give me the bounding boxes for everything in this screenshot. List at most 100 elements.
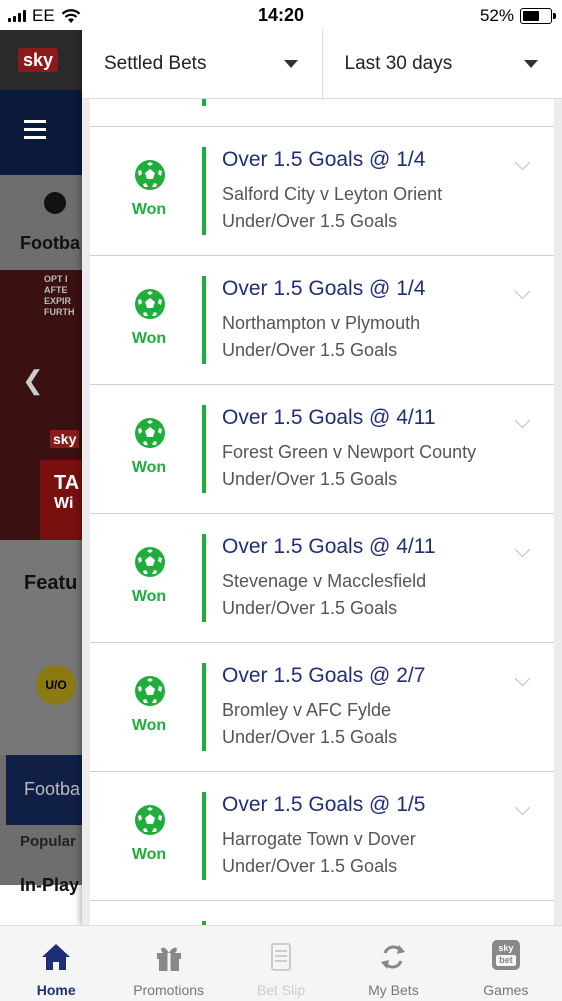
bet-market: Under/Over 1.5 Goals <box>222 727 397 748</box>
tab-my-bets-label: My Bets <box>337 982 449 998</box>
tab-home-label: Home <box>0 982 112 998</box>
bet-market: Under/Over 1.5 Goals <box>222 856 397 877</box>
bet-selection: Over 1.5 Goals @ 1/5 <box>222 793 425 817</box>
chevron-down-icon[interactable] <box>515 284 531 300</box>
caret-down-icon <box>524 60 538 68</box>
bet-filters: Settled Bets Last 30 days <box>82 30 562 99</box>
chevron-down-icon[interactable] <box>515 800 531 816</box>
bet-status: Won <box>90 772 208 900</box>
bg-football-header: Footba <box>6 755 90 825</box>
bg-promo-banner: OPT I AFTE EXPIR FURTH ❮ sky TA Wi <box>0 270 90 540</box>
won-label: Won <box>90 330 208 348</box>
bg-nav-label: Footba <box>20 233 80 254</box>
bg-featured: Featu <box>0 540 90 625</box>
background-app: sky Footba OPT I AFTE EXPIR FURTH ❮ sky … <box>0 30 90 925</box>
won-label: Won <box>90 588 208 606</box>
bg-promo-text: OPT I AFTE EXPIR FURTH <box>44 274 75 318</box>
bg-header: sky <box>0 30 90 90</box>
bg-uo-row: U/O <box>0 625 90 755</box>
bet-selection: Over 1.5 Goals @ 4/11 <box>222 406 436 430</box>
football-icon <box>134 546 166 578</box>
games-icon: sky bet <box>492 940 520 970</box>
betslip-icon <box>264 940 298 974</box>
bet-selection: Over 1.5 Goals @ 1/4 <box>222 148 425 172</box>
my-bets-panel: Settled Bets Last 30 days Won Over 1.5 G… <box>82 30 562 925</box>
bg-football-section: Footba Popular In-Play <box>0 755 90 885</box>
tab-bar: Home Promotions Bet Slip My Bets sky bet… <box>0 925 562 1001</box>
battery-icon <box>520 8 552 24</box>
bg-menu-bar <box>0 90 90 175</box>
bet-card[interactable]: Won Over 1.5 Goals @ 4/11 Stevenage v Ma… <box>90 514 554 643</box>
bet-match: Northampton v Plymouth <box>222 313 420 334</box>
won-indicator-bar <box>202 663 206 751</box>
sky-logo: sky <box>18 48 58 72</box>
battery-percent: 52% <box>480 6 514 26</box>
bet-market: Under/Over 1.5 Goals <box>222 469 397 490</box>
football-icon <box>134 417 166 449</box>
won-label: Won <box>90 846 208 864</box>
status-right: 52% <box>480 6 552 26</box>
bet-card[interactable]: Won Over 1.5 Goals @ 1/4 Salford City v … <box>90 127 554 256</box>
status-bar: EE 14:20 52% <box>0 0 562 30</box>
bet-card[interactable]: Won Over 1.5 Goals @ 4/11 Forest Green v… <box>90 385 554 514</box>
bet-status: Won <box>90 127 208 255</box>
won-indicator-bar <box>202 98 206 106</box>
bet-status: Won <box>90 385 208 513</box>
gift-icon <box>152 940 186 974</box>
football-icon <box>134 288 166 320</box>
bet-match: Harrogate Town v Dover <box>222 829 416 850</box>
bet-status: Won <box>90 256 208 384</box>
mybets-icon <box>376 940 410 974</box>
bg-sport-nav: Footba <box>0 175 90 270</box>
bet-match: Forest Green v Newport County <box>222 442 476 463</box>
tab-games-label: Games <box>450 982 562 998</box>
bet-type-value: Settled Bets <box>104 53 206 75</box>
tab-my-bets[interactable]: My Bets <box>337 926 449 1001</box>
won-label: Won <box>90 201 208 219</box>
bet-card[interactable]: Won Over 1.5 Goals @ 1/4 Northampton v P… <box>90 256 554 385</box>
chevron-down-icon[interactable] <box>515 542 531 558</box>
tab-bet-slip-label: Bet Slip <box>225 982 337 998</box>
tab-home[interactable]: Home <box>0 926 112 1001</box>
football-icon <box>134 804 166 836</box>
caret-down-icon <box>284 60 298 68</box>
bet-card-partial[interactable] <box>90 901 554 925</box>
football-icon <box>134 159 166 191</box>
won-label: Won <box>90 459 208 477</box>
bg-featured-label: Featu <box>24 572 77 595</box>
chevron-down-icon[interactable] <box>515 413 531 429</box>
won-indicator-bar <box>202 534 206 622</box>
chevron-down-icon[interactable] <box>515 155 531 171</box>
bet-market: Under/Over 1.5 Goals <box>222 340 397 361</box>
bet-card[interactable]: Won Over 1.5 Goals @ 1/5 Harrogate Town … <box>90 772 554 901</box>
period-dropdown[interactable]: Last 30 days <box>322 30 562 98</box>
bet-type-dropdown[interactable]: Settled Bets <box>82 30 322 98</box>
football-icon <box>44 192 66 214</box>
bet-selection: Over 1.5 Goals @ 4/11 <box>222 535 436 559</box>
bet-market: Under/Over 1.5 Goals <box>222 598 397 619</box>
bet-card-partial[interactable] <box>90 98 554 127</box>
won-label: Won <box>90 717 208 735</box>
bet-selection: Over 1.5 Goals @ 2/7 <box>222 664 425 688</box>
bet-status: Won <box>90 643 208 771</box>
tab-games[interactable]: sky bet Games <box>450 926 562 1001</box>
tab-bet-slip[interactable]: Bet Slip <box>225 926 337 1001</box>
uo-badge: U/O <box>36 665 76 705</box>
bet-market: Under/Over 1.5 Goals <box>222 211 397 232</box>
football-icon <box>134 675 166 707</box>
won-indicator-bar <box>202 147 206 235</box>
bet-match: Bromley v AFC Fylde <box>222 700 391 721</box>
chevron-down-icon[interactable] <box>515 671 531 687</box>
bet-card[interactable]: Won Over 1.5 Goals @ 2/7 Bromley v AFC F… <box>90 643 554 772</box>
bg-popular-label: Popular <box>20 833 76 850</box>
hamburger-icon[interactable] <box>24 120 46 144</box>
tab-promotions[interactable]: Promotions <box>112 926 224 1001</box>
period-value: Last 30 days <box>345 53 453 75</box>
tab-promotions-label: Promotions <box>112 982 224 998</box>
bet-match: Salford City v Leyton Orient <box>222 184 442 205</box>
bet-match: Stevenage v Macclesfield <box>222 571 426 592</box>
chevron-left-icon: ❮ <box>22 365 44 396</box>
bet-selection: Over 1.5 Goals @ 1/4 <box>222 277 425 301</box>
clock: 14:20 <box>0 5 562 26</box>
home-icon <box>39 940 73 974</box>
